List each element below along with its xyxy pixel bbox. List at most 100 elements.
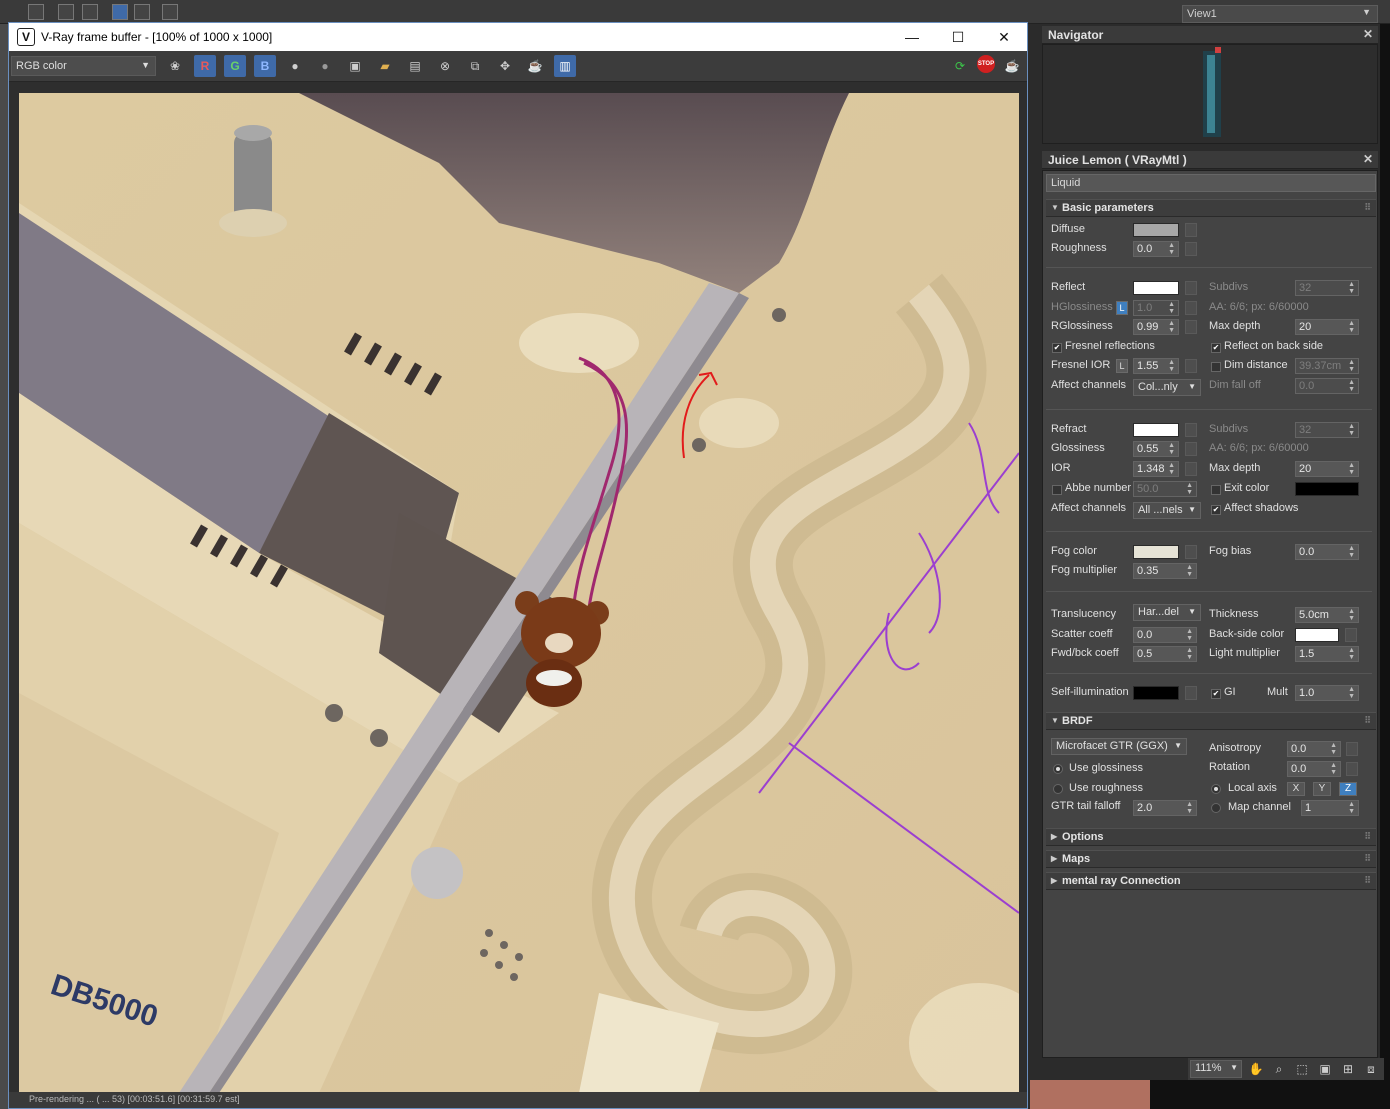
diffuse-map-button[interactable]: [1185, 223, 1197, 237]
maximize-icon[interactable]: ☐: [935, 23, 981, 51]
render-image[interactable]: DB5000: [19, 93, 1019, 1093]
view-dropdown[interactable]: View1 ▼: [1182, 5, 1378, 23]
toolbar-icon[interactable]: [112, 4, 128, 20]
rollout-maps[interactable]: ▶ Maps ⠿: [1046, 850, 1376, 868]
reflect-max-depth-spinner[interactable]: 20 ▲ ▼: [1295, 319, 1359, 335]
anisotropy-spinner[interactable]: 0.0 ▲ ▼: [1287, 741, 1341, 757]
rglossiness-map-button[interactable]: [1185, 320, 1197, 334]
mult-spinner[interactable]: 1.0 ▲ ▼: [1295, 685, 1359, 701]
refract-color-swatch[interactable]: [1133, 423, 1179, 437]
dim-distance-checkbox[interactable]: [1211, 362, 1221, 372]
clear-icon[interactable]: ⊗: [434, 55, 456, 77]
close-icon[interactable]: ✕: [981, 23, 1027, 51]
material-name-field[interactable]: Liquid: [1046, 174, 1376, 192]
refract-max-depth-spinner[interactable]: 20 ▲ ▼: [1295, 461, 1359, 477]
axis-x-button[interactable]: X: [1287, 782, 1305, 796]
minimize-icon[interactable]: —: [889, 23, 935, 51]
self-illumination-map-button[interactable]: [1185, 686, 1197, 700]
backside-map-button[interactable]: [1345, 628, 1357, 642]
toolbar-icon[interactable]: [28, 4, 44, 20]
render-icon[interactable]: ⟳: [949, 55, 971, 77]
toolbar-icon[interactable]: [162, 4, 178, 20]
use-glossiness-radio[interactable]: [1053, 764, 1063, 774]
load-icon[interactable]: ▰: [374, 55, 396, 77]
brdf-type-dropdown[interactable]: Microfacet GTR (GGX) ▼: [1051, 738, 1187, 755]
affect-shadows-checkbox[interactable]: ✔: [1211, 505, 1221, 515]
fog-color-swatch[interactable]: [1133, 545, 1179, 559]
abbe-spinner[interactable]: 50.0 ▲ ▼: [1133, 481, 1197, 497]
thickness-spinner[interactable]: 5.0cm ▲ ▼: [1295, 607, 1359, 623]
alpha-icon[interactable]: ●: [284, 55, 306, 77]
self-illumination-swatch[interactable]: [1133, 686, 1179, 700]
roughness-spinner[interactable]: 0.0 ▲ ▼: [1133, 241, 1179, 257]
refract-affect-channels-dropdown[interactable]: All ...nels ▼: [1133, 502, 1201, 519]
frame-region-icon[interactable]: ⧈: [1362, 1060, 1380, 1078]
glossiness-map-button[interactable]: [1185, 442, 1197, 456]
diffuse-color-swatch[interactable]: [1133, 223, 1179, 237]
teapot-icon[interactable]: ☕: [524, 55, 546, 77]
frame-all-icon[interactable]: ⊞: [1339, 1060, 1357, 1078]
zoom-dropdown[interactable]: 111% ▼: [1190, 1060, 1242, 1078]
navigator-view[interactable]: [1042, 44, 1378, 144]
zoom-region-icon[interactable]: ⬚: [1293, 1060, 1311, 1078]
dim-distance-spinner[interactable]: 39.37cm ▲ ▼: [1295, 358, 1359, 374]
rotation-spinner[interactable]: 0.0 ▲ ▼: [1287, 761, 1341, 777]
lens-effects-icon[interactable]: ▥: [554, 55, 576, 77]
render-teapot-icon[interactable]: ☕: [1001, 55, 1023, 77]
duplicate-icon[interactable]: ⧉: [464, 55, 486, 77]
hglossiness-spinner[interactable]: 1.0 ▲ ▼: [1133, 300, 1179, 316]
toolbar-icon[interactable]: [58, 4, 74, 20]
fresnel-ior-lock-button[interactable]: L: [1116, 359, 1128, 373]
abbe-checkbox[interactable]: [1052, 485, 1062, 495]
rollout-mental-ray[interactable]: ▶ mental ray Connection ⠿: [1046, 872, 1376, 890]
fwdbck-coeff-spinner[interactable]: 0.5 ▲ ▼: [1133, 646, 1197, 662]
toolbar-icon[interactable]: [134, 4, 150, 20]
gi-checkbox[interactable]: ✔: [1211, 689, 1221, 699]
pan-hand-icon[interactable]: ✋: [1247, 1060, 1265, 1078]
rollout-brdf[interactable]: ▼ BRDF ⠿: [1046, 712, 1376, 730]
blue-channel-button[interactable]: B: [254, 55, 276, 77]
frame-selected-icon[interactable]: ▣: [1316, 1060, 1334, 1078]
fresnel-ior-spinner[interactable]: 1.55 ▲ ▼: [1133, 358, 1179, 374]
dim-falloff-spinner[interactable]: 0.0 ▲ ▼: [1295, 378, 1359, 394]
light-multiplier-spinner[interactable]: 1.5 ▲ ▼: [1295, 646, 1359, 662]
close-icon[interactable]: ✕: [1363, 152, 1373, 166]
ior-spinner[interactable]: 1.348 ▲ ▼: [1133, 461, 1179, 477]
reflect-back-side-checkbox[interactable]: ✔: [1211, 343, 1221, 353]
scatter-coeff-spinner[interactable]: 0.0 ▲ ▼: [1133, 627, 1197, 643]
anisotropy-map-button[interactable]: [1346, 742, 1358, 756]
exit-color-swatch[interactable]: [1295, 482, 1359, 496]
translucency-dropdown[interactable]: Har...del ▼: [1133, 604, 1201, 621]
stop-icon[interactable]: STOP: [977, 55, 995, 73]
green-channel-button[interactable]: G: [224, 55, 246, 77]
clipboard-icon[interactable]: ▤: [404, 55, 426, 77]
map-channel-spinner[interactable]: 1 ▲ ▼: [1301, 800, 1359, 816]
reflect-color-swatch[interactable]: [1133, 281, 1179, 295]
exit-color-checkbox[interactable]: [1211, 485, 1221, 495]
track-mouse-icon[interactable]: ✥: [494, 55, 516, 77]
hglossiness-map-button[interactable]: [1185, 301, 1197, 315]
local-axis-radio[interactable]: [1211, 784, 1221, 794]
gtr-tail-falloff-spinner[interactable]: 2.0 ▲ ▼: [1133, 800, 1197, 816]
vfb-titlebar[interactable]: V V-Ray frame buffer - [100% of 1000 x 1…: [9, 23, 1027, 51]
fog-color-map-button[interactable]: [1185, 545, 1197, 559]
rglossiness-spinner[interactable]: 0.99 ▲ ▼: [1133, 319, 1179, 335]
glossiness-spinner[interactable]: 0.55 ▲ ▼: [1133, 441, 1179, 457]
close-icon[interactable]: ✕: [1363, 27, 1373, 41]
reflect-affect-channels-dropdown[interactable]: Col...nly ▼: [1133, 379, 1201, 396]
fog-bias-spinner[interactable]: 0.0 ▲ ▼: [1295, 544, 1359, 560]
refract-subdivs-spinner[interactable]: 32 ▲ ▼: [1295, 422, 1359, 438]
map-channel-radio[interactable]: [1211, 803, 1221, 813]
axis-z-button[interactable]: Z: [1339, 782, 1357, 796]
fresnel-checkbox[interactable]: ✔: [1052, 343, 1062, 353]
axis-y-button[interactable]: Y: [1313, 782, 1331, 796]
zoom-icon[interactable]: ⌕: [1270, 1060, 1288, 1078]
red-channel-button[interactable]: R: [194, 55, 216, 77]
reflect-map-button[interactable]: [1185, 281, 1197, 295]
navigator-header[interactable]: Navigator ✕: [1042, 26, 1378, 44]
ior-map-button[interactable]: [1185, 462, 1197, 476]
hglossiness-lock-button[interactable]: L: [1116, 301, 1128, 315]
mono-icon[interactable]: ●: [314, 55, 336, 77]
roughness-map-button[interactable]: [1185, 242, 1197, 256]
rollout-options[interactable]: ▶ Options ⠿: [1046, 828, 1376, 846]
